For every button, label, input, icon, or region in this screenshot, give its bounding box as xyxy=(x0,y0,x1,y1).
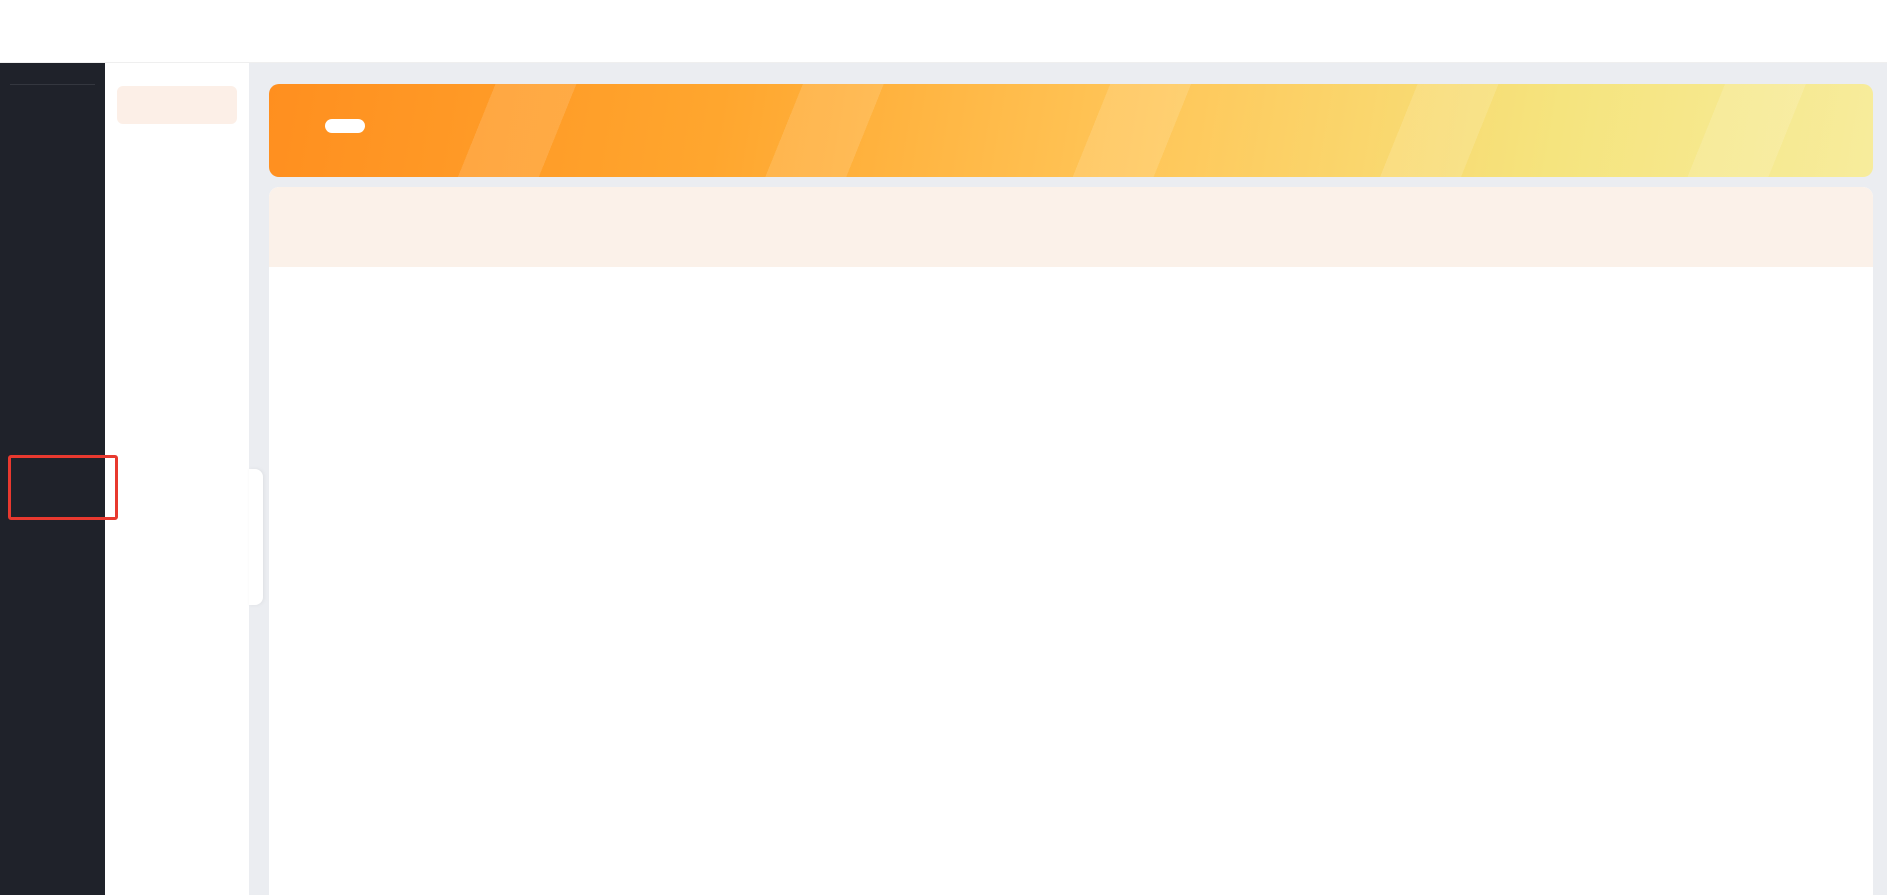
primary-sidebar xyxy=(0,62,105,895)
view-now-button[interactable] xyxy=(325,119,365,133)
category-tabs xyxy=(269,187,1873,267)
main-area xyxy=(249,62,1887,895)
marketing-panel xyxy=(269,187,1873,895)
sidebar-collapse-handle[interactable] xyxy=(249,469,263,605)
promo-banner xyxy=(269,84,1873,177)
top-header xyxy=(0,0,1887,63)
sidebar-divider xyxy=(10,84,95,85)
subnav-active-item[interactable] xyxy=(117,86,237,124)
secondary-sidebar xyxy=(105,62,249,895)
